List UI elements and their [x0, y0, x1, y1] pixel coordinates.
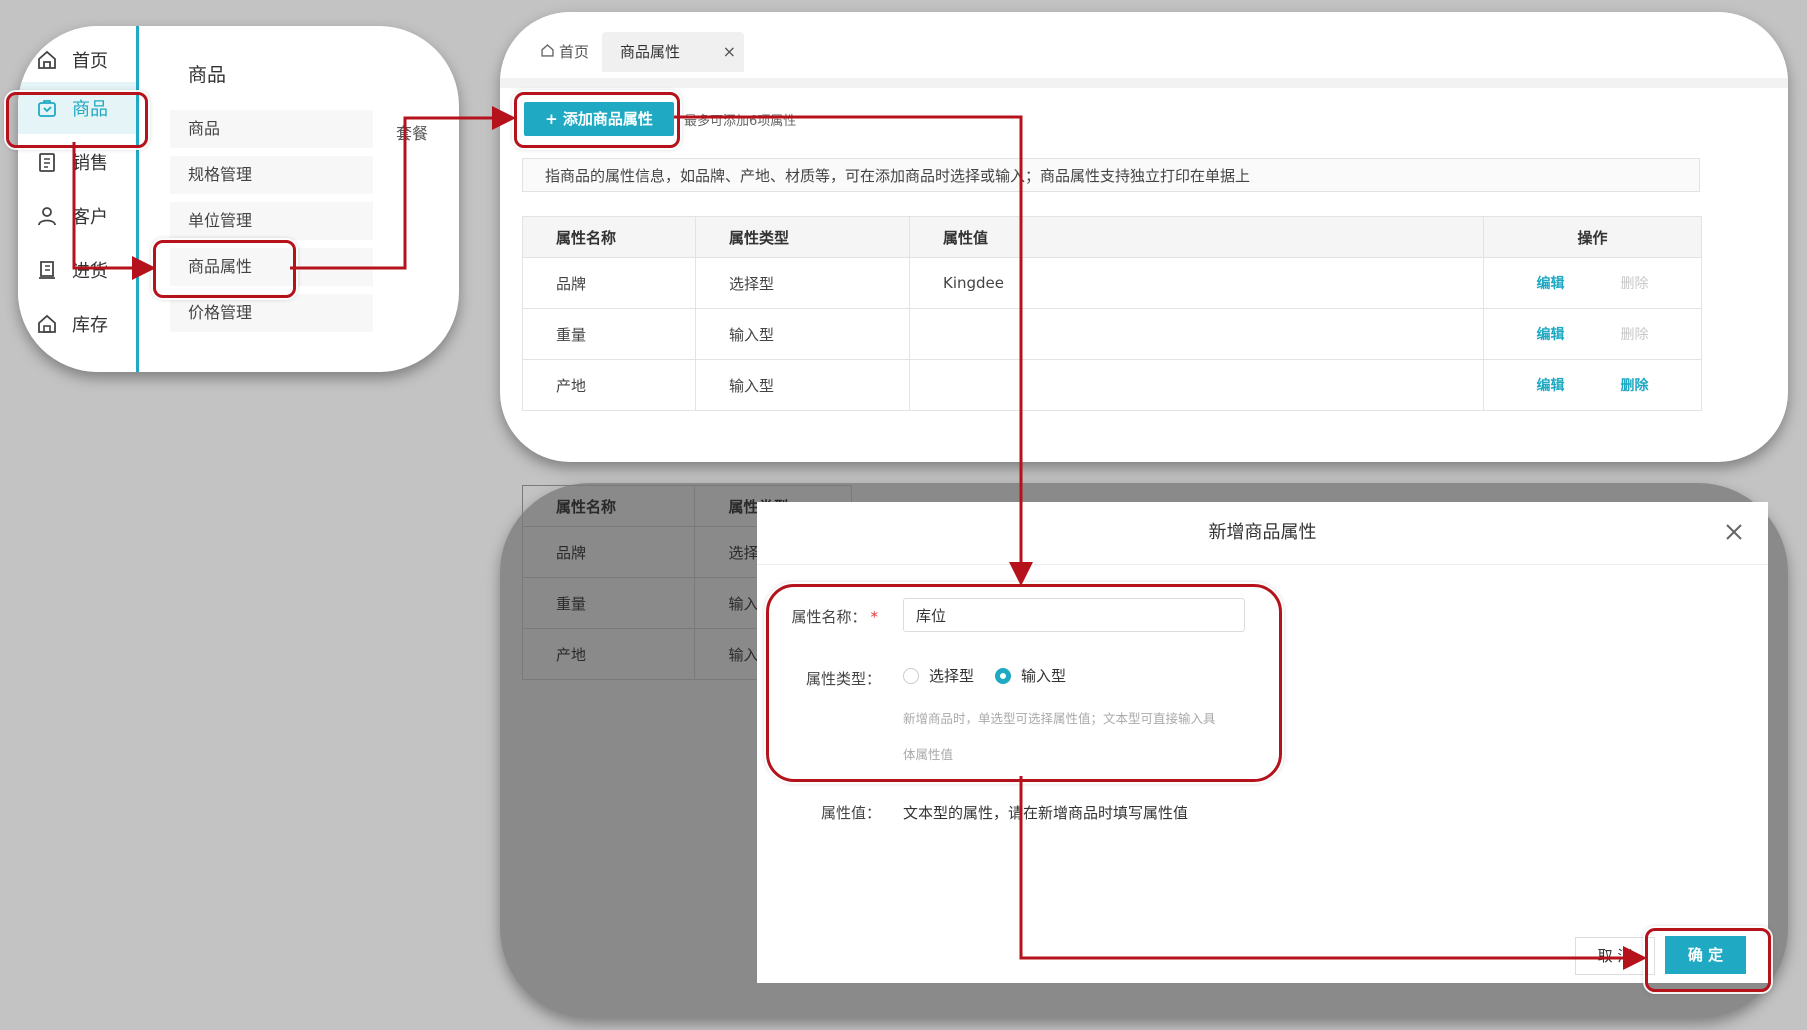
tab-label: 首页: [559, 43, 590, 61]
edit-link[interactable]: 编辑: [1537, 327, 1565, 343]
submenu-item-package[interactable]: 套餐: [396, 120, 428, 144]
radio-circle-selected: [995, 667, 1011, 684]
nav-label: 销售: [72, 153, 108, 174]
attribute-type-label: 属性类型：: [805, 670, 881, 688]
table-header-row: 属性名称 属性类型 属性值 操作: [522, 216, 1702, 258]
nav-item-goods[interactable]: 商品: [18, 82, 136, 134]
tab-label: 商品属性: [620, 43, 681, 61]
goods-icon: [34, 95, 60, 121]
required-mark: *: [870, 608, 879, 626]
close-icon[interactable]: [1722, 520, 1746, 544]
cell-value: Kingdee: [909, 257, 1484, 309]
nav-label: 库存: [72, 315, 108, 336]
edit-link[interactable]: 编辑: [1537, 276, 1565, 292]
radio-label: 选择型: [929, 667, 975, 685]
cell-type: 输入型: [695, 308, 910, 360]
header-type: 属性类型: [695, 216, 910, 258]
cell-value: [909, 308, 1484, 360]
table-row: 重量 输入型 编辑 删除: [522, 308, 1702, 360]
type-hint-line2: 体属性值: [903, 747, 954, 762]
submenu-item-goods[interactable]: 商品: [170, 110, 373, 148]
attribute-notice: 指商品的属性信息，如品牌、产地、材质等，可在添加商品时选择或输入；商品属性支持独…: [522, 158, 1700, 192]
confirm-button[interactable]: 确 定: [1665, 936, 1746, 974]
radio-option-input[interactable]: 输入型: [995, 665, 1066, 686]
radio-circle: [903, 667, 919, 684]
submenu-item-attribute[interactable]: 商品属性: [170, 248, 373, 286]
header-actions: 操作: [1483, 216, 1702, 258]
sales-icon: [34, 149, 60, 175]
nav-label: 进货: [72, 261, 108, 282]
radio-label: 输入型: [1021, 667, 1067, 685]
nav-item-inventory[interactable]: 库存: [18, 298, 136, 350]
cell-name: 品牌: [522, 257, 696, 309]
cell-actions: 编辑 删除: [1483, 359, 1702, 411]
cell-name: 重量: [522, 308, 696, 360]
inventory-icon: [34, 311, 60, 337]
attribute-table: 属性名称 属性类型 属性值 操作 品牌 选择型 Kingdee 编辑 删除 重量 …: [522, 216, 1702, 411]
cell-name: 重量: [521, 577, 696, 629]
nav-label: 首页: [72, 51, 108, 72]
submenu-item-price[interactable]: 价格管理: [170, 294, 373, 332]
attribute-name-input[interactable]: 库位: [903, 598, 1245, 632]
cancel-button[interactable]: 取 消: [1575, 937, 1655, 975]
dialog-title: 新增商品属性: [757, 502, 1768, 565]
nav-item-sales[interactable]: 销售: [18, 136, 136, 188]
tab-bar: 首页 商品属性 ×: [500, 12, 1788, 88]
side-menu-panel: 首页 商品 销售 客户 进货 库存 商品 商品 规格管理 单位管理 商品属性 价…: [18, 26, 459, 372]
nav-item-purchase[interactable]: 进货: [18, 244, 136, 296]
delete-link: 删除: [1620, 276, 1649, 292]
customer-icon: [34, 203, 60, 229]
purchase-icon: [34, 257, 60, 283]
header-name: 属性名称: [521, 485, 696, 527]
tab-home[interactable]: 首页: [530, 32, 599, 72]
attribute-value-label: 属性值：: [820, 804, 881, 822]
edit-link[interactable]: 编辑: [1537, 378, 1565, 394]
table-row: 品牌 选择型 Kingdee 编辑 删除: [522, 257, 1702, 309]
delete-link[interactable]: 删除: [1621, 378, 1649, 394]
submenu-title: 商品: [188, 64, 227, 86]
close-icon[interactable]: ×: [723, 32, 736, 72]
add-attribute-button[interactable]: + 添加商品属性: [524, 102, 674, 136]
table-row: 产地 输入型 编辑 删除: [522, 359, 1702, 411]
cell-type: 选择型: [695, 257, 910, 309]
nav-label: 商品: [72, 99, 108, 120]
cell-name: 品牌: [521, 526, 696, 578]
radio-option-select[interactable]: 选择型: [903, 665, 974, 686]
header-name: 属性名称: [522, 216, 696, 258]
attribute-limit-text: 最多可添加6项属性: [684, 114, 797, 129]
attribute-value-text: 文本型的属性，请在新增商品时填写属性值: [903, 804, 1189, 822]
cell-value: [909, 359, 1484, 411]
nav-item-customer[interactable]: 客户: [18, 190, 136, 242]
cell-actions: 编辑 删除: [1483, 308, 1702, 360]
header-value: 属性值: [909, 216, 1484, 258]
primary-nav: 首页 商品 销售 客户 进货 库存: [18, 26, 139, 372]
nav-item-home[interactable]: 首页: [18, 34, 136, 86]
cell-name: 产地: [522, 359, 696, 411]
home-icon: [540, 33, 555, 73]
submenu-item-unit[interactable]: 单位管理: [170, 202, 373, 240]
home-icon: [34, 47, 60, 73]
delete-link: 删除: [1620, 327, 1649, 343]
cell-name: 产地: [521, 628, 696, 680]
nav-label: 客户: [72, 207, 108, 228]
cell-type: 输入型: [695, 359, 910, 411]
attribute-name-label: 属性名称： *: [728, 606, 878, 627]
cell-actions: 编辑 删除: [1483, 257, 1702, 309]
submenu-item-spec[interactable]: 规格管理: [170, 156, 373, 194]
tab-attribute[interactable]: 商品属性 ×: [602, 32, 744, 72]
type-hint-line1: 新增商品时，单选型可选择属性值；文本型可直接输入具: [903, 711, 1216, 726]
add-attribute-dialog: 新增商品属性: [757, 502, 1768, 983]
label-text: 属性名称：: [791, 608, 867, 626]
